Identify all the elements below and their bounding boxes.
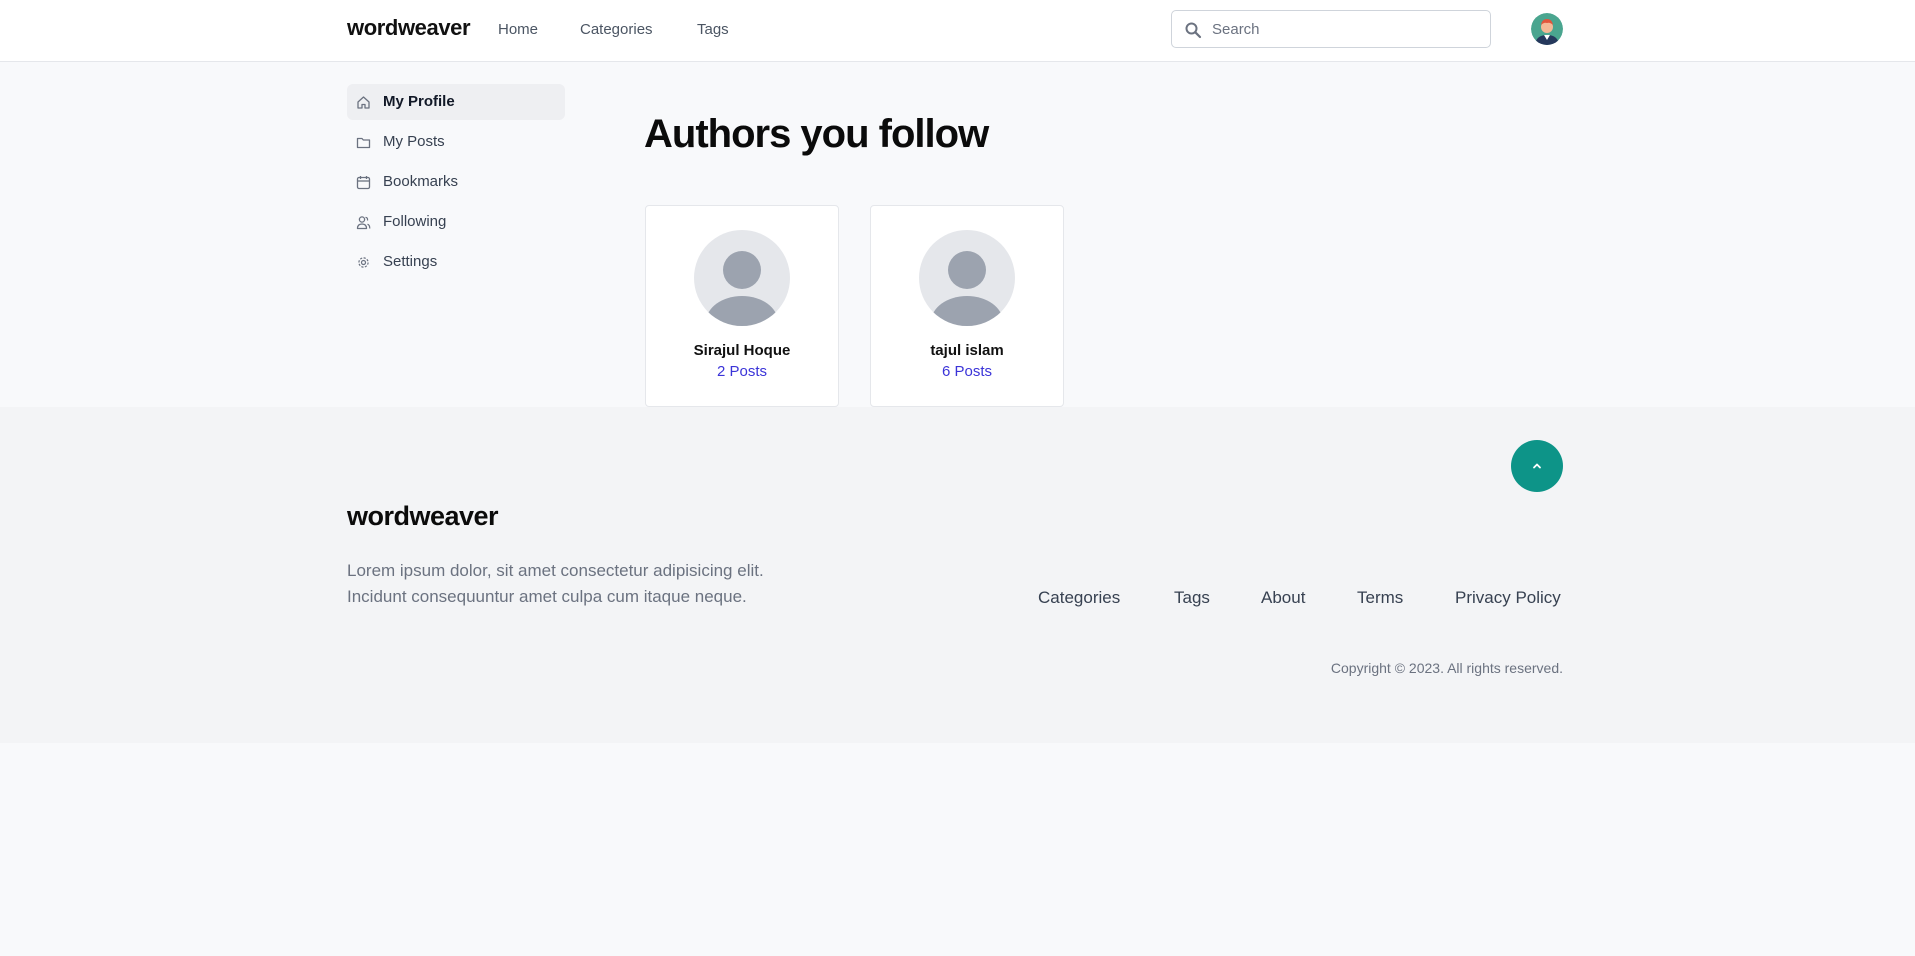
nav-home-link[interactable]: Home xyxy=(498,21,538,38)
author-name: Sirajul Hoque xyxy=(693,342,791,359)
folder-icon xyxy=(356,135,371,150)
sidebar-item-label: Bookmarks xyxy=(383,173,459,190)
footer: wordweaver Lorem ipsum dolor, sit amet c… xyxy=(0,407,1915,743)
sidebar-item-settings[interactable]: Settings xyxy=(347,244,565,280)
page-title: Authors you follow xyxy=(644,112,989,156)
user-avatar[interactable] xyxy=(1531,13,1563,45)
site-logo[interactable]: wordweaver xyxy=(347,15,471,41)
author-avatar xyxy=(694,230,790,326)
top-navbar: wordweaver Home Categories Tags xyxy=(0,0,1915,62)
footer-link-categories[interactable]: Categories xyxy=(1038,588,1120,608)
search-box xyxy=(1171,10,1491,48)
sidebar-item-label: My Profile xyxy=(383,93,455,110)
author-card[interactable]: tajul islam 6 Posts xyxy=(870,205,1064,407)
footer-link-terms[interactable]: Terms xyxy=(1357,588,1403,608)
sidebar-item-label: My Posts xyxy=(383,133,445,150)
search-icon xyxy=(1184,21,1202,39)
scroll-to-top-button[interactable] xyxy=(1511,440,1563,492)
author-avatar xyxy=(919,230,1015,326)
search-input[interactable] xyxy=(1212,11,1482,47)
chevron-up-icon xyxy=(1533,463,1541,469)
nav-tags-link[interactable]: Tags xyxy=(697,21,729,38)
author-post-count: 2 Posts xyxy=(716,363,768,380)
home-icon xyxy=(356,95,371,110)
footer-link-tags[interactable]: Tags xyxy=(1174,588,1210,608)
sidebar-item-label: Settings xyxy=(383,253,438,270)
sidebar-item-label: Following xyxy=(383,213,447,230)
footer-link-about[interactable]: About xyxy=(1261,588,1305,608)
footer-description: Lorem ipsum dolor, sit amet consectetur … xyxy=(347,561,764,606)
footer-logo[interactable]: wordweaver xyxy=(347,501,499,532)
gear-icon xyxy=(356,255,371,270)
sidebar-item-bookmarks[interactable]: Bookmarks xyxy=(347,164,565,200)
author-card[interactable]: Sirajul Hoque 2 Posts xyxy=(645,205,839,407)
footer-link-privacy-policy[interactable]: Privacy Policy xyxy=(1455,588,1561,608)
sidebar-item-following[interactable]: Following xyxy=(347,204,565,240)
users-icon xyxy=(356,215,371,230)
calendar-icon xyxy=(356,175,371,190)
nav-categories-link[interactable]: Categories xyxy=(580,21,653,38)
author-post-count: 6 Posts xyxy=(941,363,993,380)
copyright-text: Copyright © 2023. All rights reserved. xyxy=(1330,660,1563,676)
sidebar-item-my-posts[interactable]: My Posts xyxy=(347,124,565,160)
sidebar-item-my-profile[interactable]: My Profile xyxy=(347,84,565,120)
author-name: tajul islam xyxy=(930,342,1004,359)
